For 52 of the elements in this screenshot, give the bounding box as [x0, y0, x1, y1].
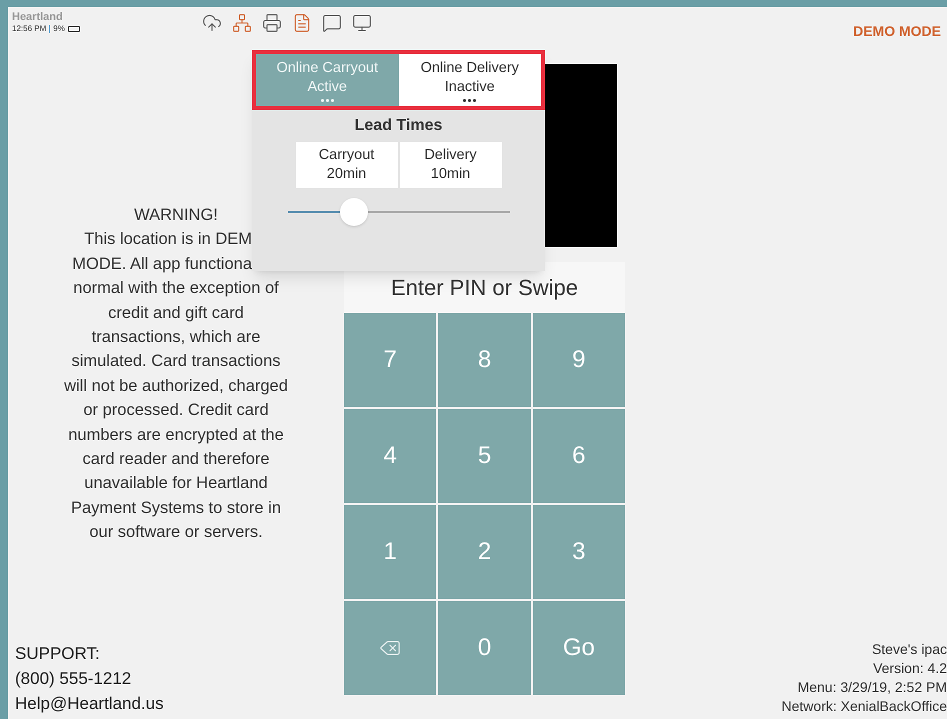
- lead-time-card: Delivery 10min: [400, 142, 502, 188]
- go-key[interactable]: Go: [532, 601, 625, 695]
- warning-text: numbers are encrypted at the: [67, 424, 285, 446]
- warning-text: normal with the exception of: [72, 278, 280, 300]
- keypad-key[interactable]: 7: [344, 313, 436, 407]
- warning-text: Payment Systems to store in: [70, 498, 282, 519]
- warning-text: transactions, which are: [90, 327, 262, 348]
- device-info-text: Menu: 3/29/19, 2:52 PM: [798, 678, 947, 697]
- channel-tab[interactable]: Online Delivery Inactive: [398, 54, 541, 106]
- keypad-key[interactable]: 0: [438, 601, 531, 695]
- keypad-key[interactable]: 6: [532, 409, 625, 503]
- warning-text: MODE. All app functiona: [72, 254, 252, 275]
- keypad-key[interactable]: 9: [532, 313, 625, 407]
- keypad-key[interactable]: 2: [438, 505, 531, 599]
- cloud-upload-icon[interactable]: [202, 13, 222, 33]
- warning-text: our software or servers.: [88, 522, 264, 544]
- lead-time-slider[interactable]: [288, 198, 510, 226]
- keypad-key[interactable]: 1: [344, 505, 436, 599]
- battery-icon: [68, 26, 80, 32]
- slider-thumb[interactable]: [340, 198, 368, 226]
- warning-text: This location is in DEM: [84, 229, 252, 250]
- keypad-key[interactable]: 4: [344, 409, 436, 503]
- support-text: Help@Heartland.us: [15, 693, 165, 715]
- lead-times-title: Lead Times: [354, 116, 442, 136]
- more-icon: [463, 99, 476, 102]
- keypad-key[interactable]: 5: [438, 409, 531, 503]
- device-info-text: Steve's ipac: [872, 640, 947, 659]
- device-info-text: Version: 4.2: [873, 659, 947, 678]
- warning-text: credit and gift card: [107, 302, 245, 324]
- channel-tab[interactable]: Online Carryout Active: [256, 54, 398, 106]
- warning-text: card reader and therefore: [81, 449, 271, 470]
- clock-time: 12:56 PM: [12, 23, 46, 35]
- support-text: (800) 555-1212: [15, 668, 132, 690]
- printer-icon[interactable]: [262, 13, 282, 33]
- keypad-key[interactable]: 3: [532, 505, 625, 599]
- chat-bubble-icon[interactable]: [322, 13, 342, 33]
- lead-time-card: Carryout 20min: [296, 142, 398, 188]
- keypad-key[interactable]: 8: [438, 313, 531, 407]
- warning-text: WARNING!: [133, 205, 219, 226]
- more-icon: [320, 99, 334, 102]
- monitor-icon[interactable]: [352, 13, 372, 33]
- device-info-text: Network: XenialBackOffice: [782, 697, 947, 716]
- document-icon[interactable]: [292, 13, 312, 33]
- network-icon[interactable]: [232, 13, 252, 33]
- demo-mode-label: DEMO MODE: [853, 22, 941, 41]
- brand-name: Heartland: [12, 11, 64, 23]
- support-text: SUPPORT:: [15, 643, 101, 665]
- battery-level: 9%: [53, 23, 65, 35]
- warning-text: will not be authorized, charged: [63, 376, 289, 397]
- warning-text: unavailable for Heartland: [83, 473, 269, 494]
- warning-text: simulated. Card transactions: [70, 351, 282, 372]
- warning-text: or processed. Credit card: [82, 400, 270, 422]
